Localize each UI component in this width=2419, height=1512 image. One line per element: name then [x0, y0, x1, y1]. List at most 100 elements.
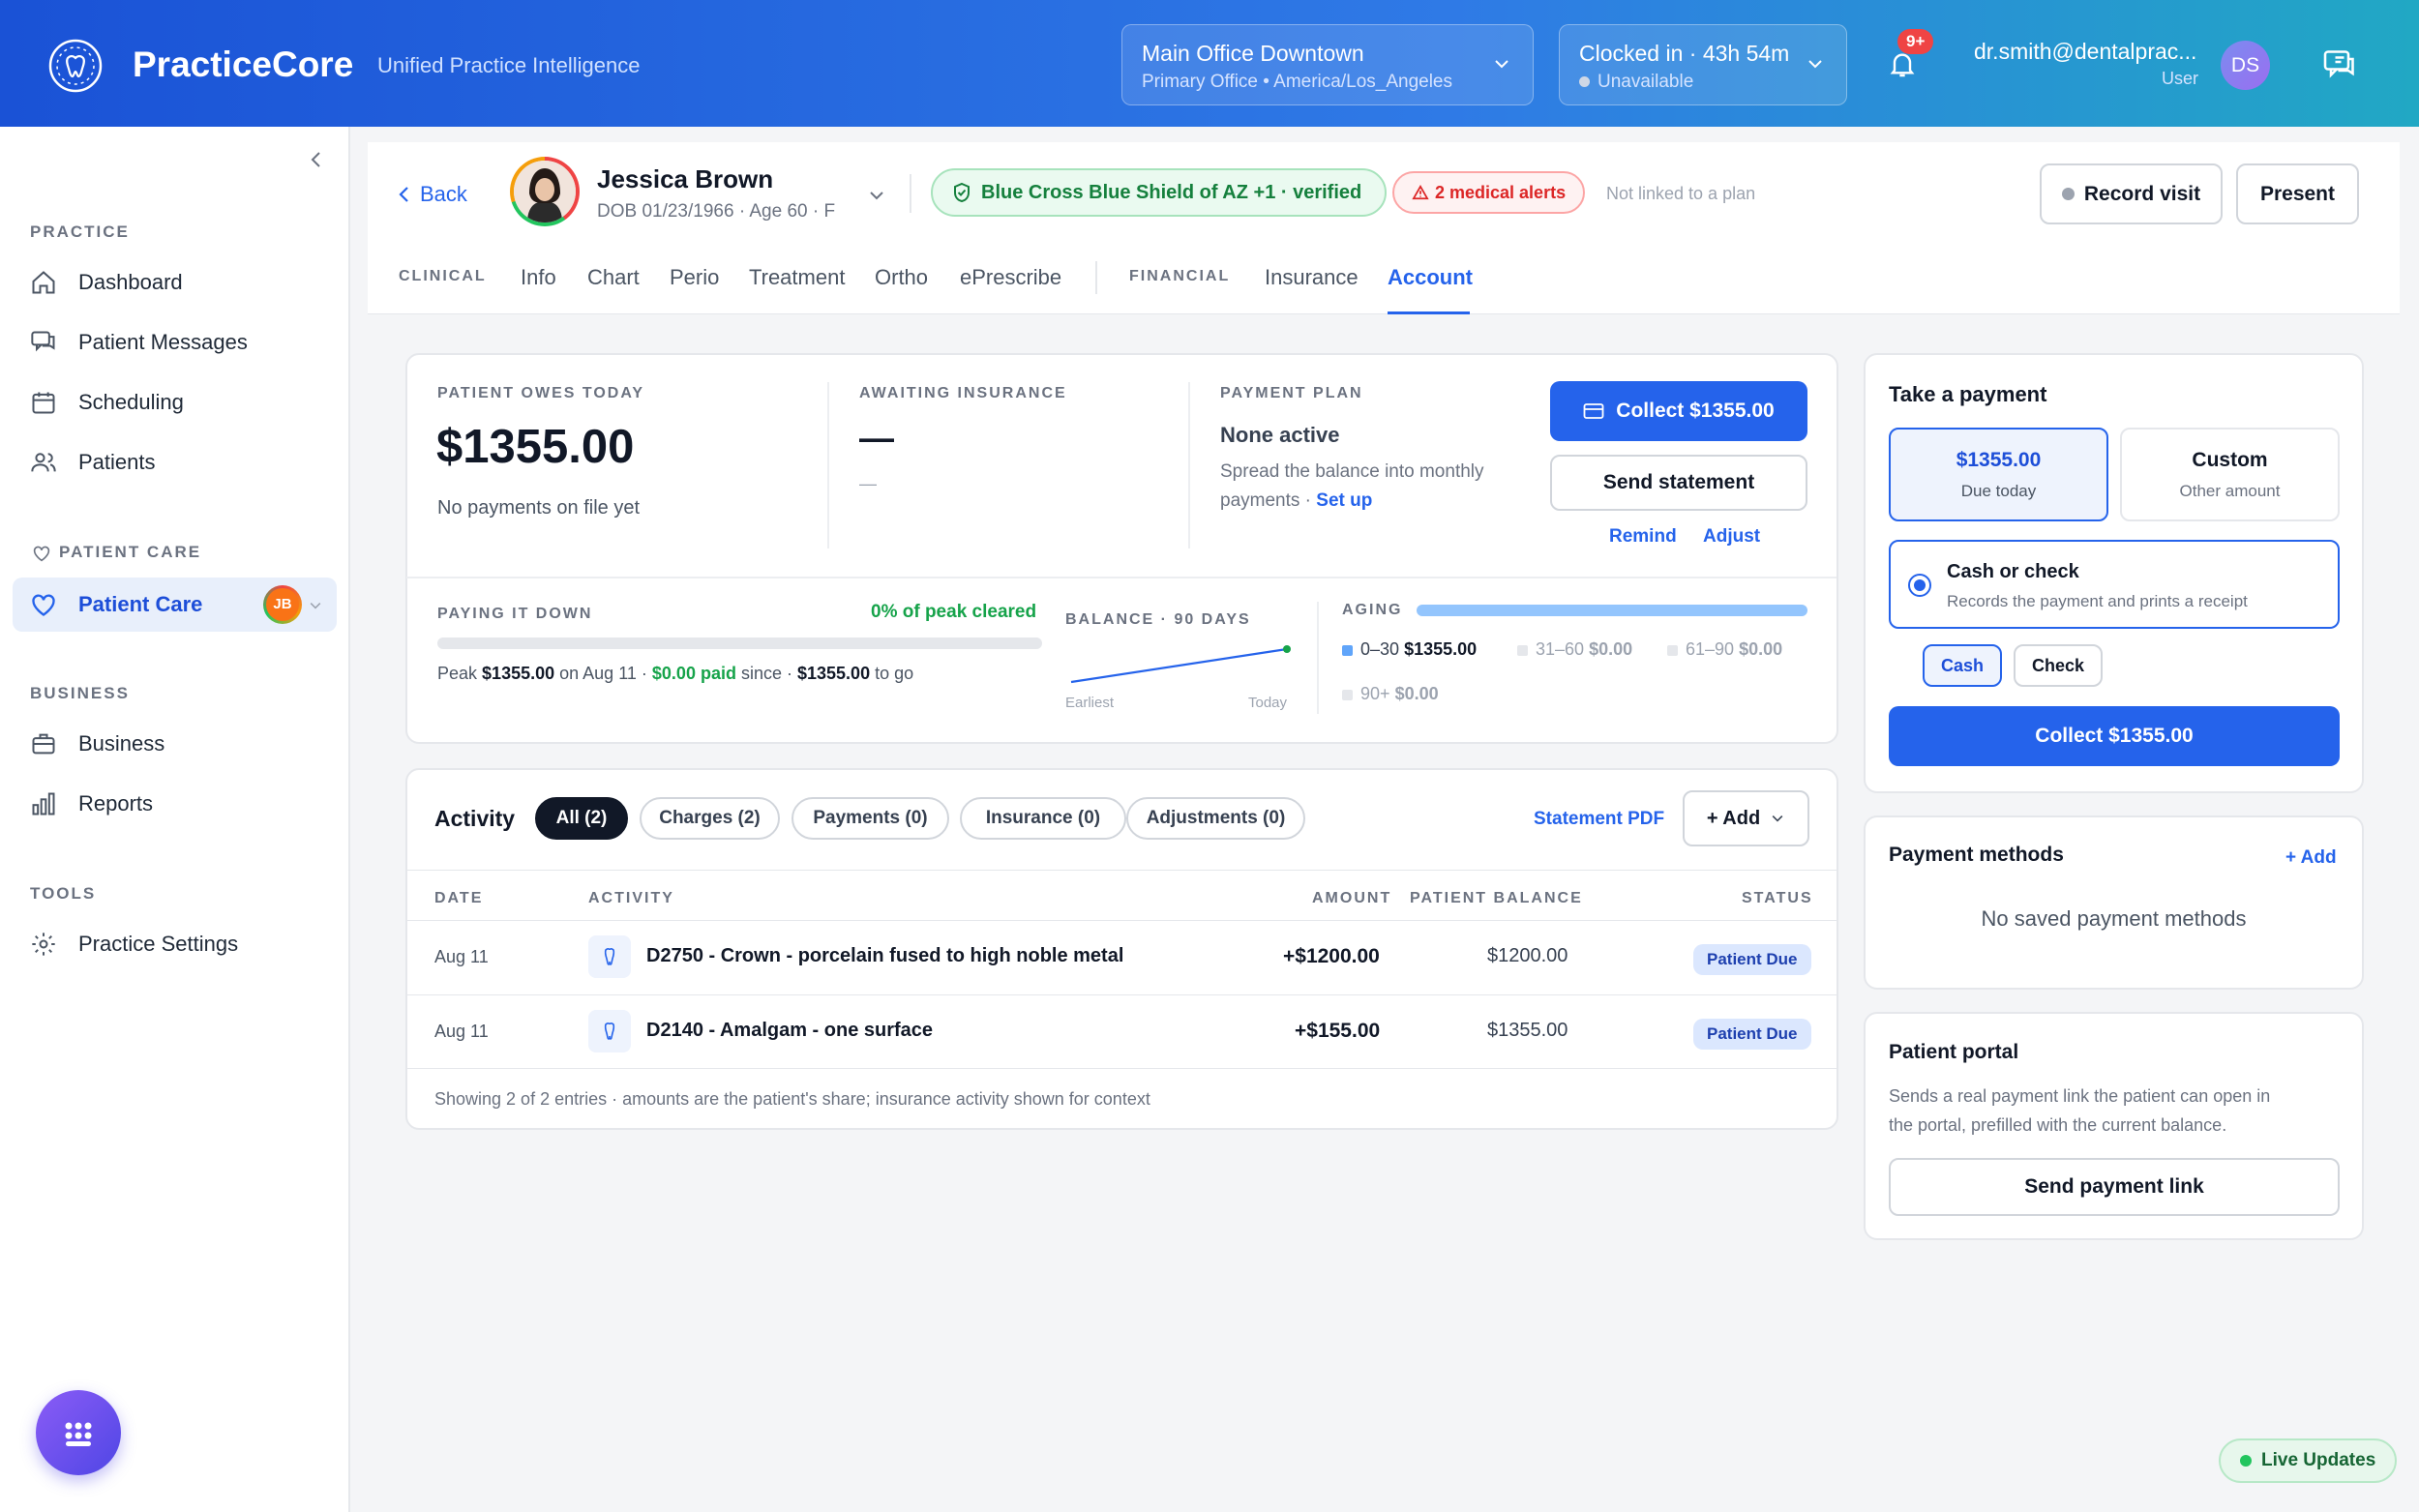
- sidebar-item-settings[interactable]: Practice Settings: [30, 922, 338, 966]
- filter-all[interactable]: All (2): [535, 797, 628, 840]
- chevron-down-icon[interactable]: [867, 186, 886, 205]
- patient-care-avatar[interactable]: JB: [263, 585, 302, 624]
- location-detail: Primary Office • America/Los_Angeles: [1142, 72, 1452, 92]
- user-avatar[interactable]: DS: [2221, 41, 2270, 90]
- paid-since: since ·: [740, 664, 792, 683]
- custom-label: Custom: [2192, 449, 2268, 471]
- sidebar-item-dashboard[interactable]: Dashboard: [30, 260, 338, 305]
- tab-info[interactable]: Info: [521, 265, 556, 290]
- payment-methods-card: [1864, 815, 2364, 990]
- method-title: Cash or check: [1947, 561, 2079, 582]
- filter-payments[interactable]: Payments (0): [791, 797, 949, 840]
- check-button[interactable]: Check: [2014, 644, 2103, 687]
- tab-chart[interactable]: Chart: [587, 265, 640, 290]
- add-activity-button[interactable]: + Add: [1683, 790, 1809, 846]
- patient-name: Jessica Brown: [597, 164, 774, 193]
- chevron-down-icon[interactable]: [308, 598, 323, 613]
- owes-label: PATIENT OWES TODAY: [437, 385, 645, 401]
- medical-alerts-badge[interactable]: 2 medical alerts: [1392, 171, 1586, 214]
- chat-icon[interactable]: [2322, 48, 2357, 81]
- tab-account[interactable]: Account: [1388, 265, 1473, 290]
- tab-perio[interactable]: Perio: [670, 265, 719, 290]
- present-button[interactable]: Present: [2236, 163, 2359, 224]
- sidebar-item-messages[interactable]: Patient Messages: [30, 320, 338, 365]
- aging-bucket-amount: $0.00: [1589, 639, 1633, 659]
- back-button[interactable]: Back: [397, 182, 467, 207]
- collect-label: Collect $1355.00: [1616, 400, 1775, 422]
- sidebar-item-scheduling[interactable]: Scheduling: [30, 380, 338, 425]
- activity-footer: Showing 2 of 2 entries · amounts are the…: [434, 1089, 1150, 1109]
- collapse-sidebar-icon[interactable]: [305, 148, 328, 171]
- user-role: User: [2162, 69, 2199, 88]
- sidebar-item-label: Patients: [78, 450, 156, 474]
- adjust-link[interactable]: Adjust: [1703, 526, 1760, 548]
- tab-ortho[interactable]: Ortho: [875, 265, 928, 290]
- method-desc: Records the payment and prints a receipt: [1947, 592, 2248, 610]
- amount-due-option[interactable]: $1355.00 Due today: [1889, 428, 2108, 521]
- tooth-icon: [588, 1010, 631, 1052]
- clock-status-selector[interactable]: Clocked in · 43h 54m Unavailable: [1559, 24, 1847, 105]
- collect-button[interactable]: Collect $1355.00: [1550, 381, 1807, 441]
- due-amount: $1355.00: [1956, 449, 2042, 471]
- present-label: Present: [2259, 182, 2336, 205]
- sidebar-item-business[interactable]: Business: [30, 722, 338, 766]
- col-date: DATE: [434, 890, 484, 906]
- section-practice: PRACTICE: [30, 222, 130, 241]
- patient-avatar[interactable]: [510, 157, 580, 226]
- sidebar-item-label: Patient Care: [78, 592, 203, 616]
- statement-pdf-link[interactable]: Statement PDF: [1534, 809, 1664, 830]
- cash-button[interactable]: Cash: [1923, 644, 2002, 687]
- apps-launcher-button[interactable]: [36, 1390, 121, 1475]
- aging-bucket: 90+ $0.00: [1342, 684, 1439, 704]
- tab-eprescribe[interactable]: ePrescribe: [960, 265, 1061, 290]
- plan-desc-1: Spread the balance into monthly: [1220, 461, 1484, 482]
- filter-adjustments[interactable]: Adjustments (0): [1126, 797, 1305, 840]
- sidebar-item-patients[interactable]: Patients: [30, 440, 338, 485]
- aging-bucket-label: 0–30: [1360, 639, 1400, 659]
- cash-or-check-option[interactable]: Cash or check Records the payment and pr…: [1889, 540, 2340, 629]
- collect-payment-button[interactable]: Collect $1355.00: [1889, 706, 2340, 766]
- sidebar-item-label: Scheduling: [78, 390, 184, 414]
- record-visit-button[interactable]: Record visit: [2040, 163, 2223, 224]
- remind-link[interactable]: Remind: [1609, 526, 1677, 548]
- top-bar: PracticeCore Unified Practice Intelligen…: [0, 0, 2419, 127]
- peak-prefix: Peak: [437, 664, 478, 683]
- summary-divider: [827, 382, 829, 548]
- send-statement-button[interactable]: Send statement: [1550, 455, 1807, 511]
- plan-status[interactable]: Not linked to a plan: [1606, 184, 1755, 204]
- owes-note: No payments on file yet: [437, 497, 640, 519]
- heart-icon: [30, 592, 59, 617]
- send-payment-link-button[interactable]: Send payment link: [1889, 1158, 2340, 1216]
- table-divider: [406, 870, 1837, 871]
- avatar-initials: JB: [266, 588, 299, 621]
- live-updates-badge[interactable]: Live Updates: [2219, 1438, 2398, 1483]
- sidebar-item-reports[interactable]: Reports: [30, 782, 338, 826]
- insurance-badge[interactable]: Blue Cross Blue Shield of AZ +1 · verifi…: [931, 168, 1388, 217]
- plan-setup-link[interactable]: Set up: [1316, 490, 1372, 511]
- live-dot-icon: [2240, 1455, 2252, 1467]
- location-selector[interactable]: Main Office Downtown Primary Office • Am…: [1121, 24, 1534, 105]
- tab-insurance[interactable]: Insurance: [1265, 265, 1359, 290]
- add-payment-method-link[interactable]: + Add: [2285, 847, 2337, 869]
- cash-label: Cash: [1940, 655, 1984, 675]
- location-name: Main Office Downtown: [1142, 41, 1364, 66]
- heart-icon: [32, 545, 51, 562]
- chevron-down-icon: [1492, 54, 1511, 74]
- filter-insurance[interactable]: Insurance (0): [960, 797, 1126, 840]
- sidebar-item-label: Business: [78, 731, 165, 756]
- paying-label: PAYING IT DOWN: [437, 606, 593, 622]
- user-email[interactable]: dr.smith@dentalprac...: [1974, 39, 2196, 65]
- app-title[interactable]: PracticeCore: [133, 44, 353, 85]
- summary-divider: [1317, 602, 1319, 714]
- sidebar-item-label: Dashboard: [78, 270, 183, 294]
- table-divider: [406, 994, 1837, 995]
- balance-start-label: Earliest: [1065, 695, 1115, 711]
- tooth-logo-icon: [46, 37, 105, 95]
- aging-bucket-amount: $0.00: [1394, 684, 1439, 703]
- filter-charges[interactable]: Charges (2): [640, 797, 780, 840]
- aging-bucket-label: 90+: [1360, 684, 1390, 703]
- record-dot-icon: [2061, 188, 2075, 200]
- tab-treatment[interactable]: Treatment: [749, 265, 845, 290]
- users-icon: [30, 449, 59, 476]
- custom-amount-option[interactable]: Custom Other amount: [2120, 428, 2340, 521]
